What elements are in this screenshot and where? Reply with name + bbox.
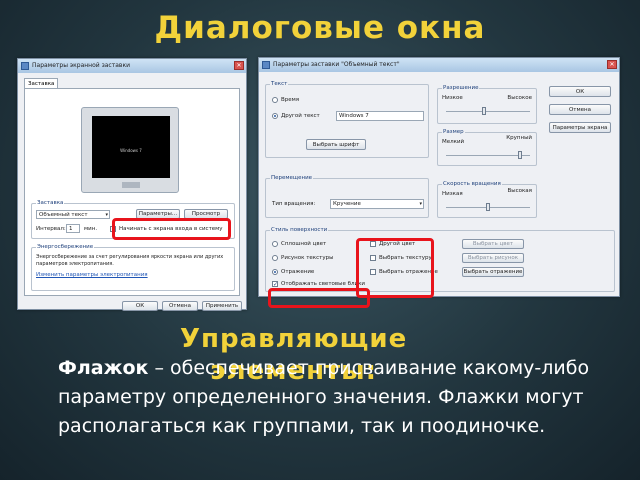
monitor-stand — [122, 182, 140, 188]
screensaver-select-value: Объемный текст — [39, 212, 88, 218]
interval-label: Интервал: — [36, 226, 66, 232]
screensaver-window-titlebar: Параметры экранной заставки ✕ — [18, 59, 246, 73]
show-highlights-checkbox[interactable]: ✓ — [272, 281, 278, 288]
solid-color-radio-label: Сплошной цвет — [281, 241, 327, 247]
window-controls: ✕ — [607, 60, 617, 69]
interval-field[interactable]: 1 — [66, 224, 80, 233]
size-group: Размер Мелкий Крупный — [437, 129, 537, 166]
screensaver-select[interactable]: Объемный текст ▾ — [36, 210, 110, 219]
choose-font-button[interactable]: Выбрать шрифт — [306, 139, 366, 150]
highlight-show-highlights-checkbox — [268, 288, 370, 308]
custom-text-radio-label: Другой текст — [281, 113, 320, 119]
resolution-low-label: Низкое — [442, 95, 463, 101]
chevron-down-icon: ▾ — [419, 201, 422, 207]
close-icon[interactable]: ✕ — [234, 61, 244, 70]
resolution-group: Разрешение Низкое Высокое — [437, 85, 537, 124]
size-large-label: Крупный — [506, 135, 532, 141]
power-settings-link[interactable]: Изменить параметры электропитания — [36, 272, 148, 278]
window-controls: ✕ — [234, 61, 244, 70]
screen-params-button[interactable]: Параметры экрана — [549, 122, 611, 133]
reflection-radio-label: Отражение — [281, 269, 315, 275]
speed-slider-thumb[interactable] — [486, 203, 490, 211]
rotation-type-value: Кручение — [333, 201, 361, 207]
motion-group-label: Перемещение — [270, 175, 314, 181]
ok-button[interactable]: ОК — [549, 86, 611, 97]
time-radio[interactable] — [272, 97, 278, 103]
choose-color-button[interactable]: Выбрать цвет — [462, 239, 524, 249]
cancel-button[interactable]: Отмена — [162, 301, 198, 311]
definition-paragraph: Флажок – обеспечивает присваивание каком… — [58, 354, 598, 441]
speed-low-label: Низкая — [442, 191, 463, 197]
surface-style-group: Стиль поверхности Сплошной цвет Рисунок … — [265, 227, 615, 292]
resolution-group-label: Разрешение — [442, 85, 480, 91]
window-app-icon — [21, 62, 29, 70]
monitor-screen: Windows 7 — [92, 116, 170, 178]
screensaver-settings-window: Параметры экранной заставки ✕ Заставка W… — [17, 58, 247, 311]
resolution-slider[interactable] — [446, 107, 530, 115]
tab-panel: Windows 7 Заставка Объемный текст ▾ Пара… — [24, 88, 240, 296]
reflection-radio[interactable] — [272, 269, 278, 275]
screensaver-window-title: Параметры экранной заставки — [32, 62, 130, 69]
solid-color-radio[interactable] — [272, 241, 278, 247]
minutes-label: мин. — [84, 226, 98, 232]
speed-group-label: Скорость вращения — [442, 181, 502, 187]
cancel-button[interactable]: Отмена — [549, 104, 611, 115]
3d-text-window-titlebar: Параметры заставки "Объемный текст" ✕ — [259, 58, 619, 72]
motion-group: Перемещение Тип вращения: Кручение ▾ — [265, 175, 429, 218]
custom-text-radio[interactable] — [272, 113, 278, 119]
speed-group: Скорость вращения Низкая Высокая — [437, 181, 537, 218]
screensaver-group-label: Заставка — [36, 200, 65, 206]
power-group: Энергосбережение Энергосбережение за сче… — [31, 244, 235, 291]
speed-slider[interactable] — [446, 203, 530, 211]
power-description: Энергосбережение за счет регулирования я… — [36, 254, 224, 267]
3d-text-window-title: Параметры заставки "Объемный текст" — [273, 61, 400, 68]
rotation-type-label: Тип вращения: — [272, 201, 316, 207]
speed-high-label: Высокая — [507, 188, 532, 194]
apply-button[interactable]: Применить — [202, 301, 242, 311]
resolution-slider-thumb[interactable] — [482, 107, 486, 115]
custom-text-input[interactable]: Windows 7 — [336, 111, 424, 121]
chevron-down-icon: ▾ — [105, 212, 108, 218]
preview-text: Windows 7 — [120, 148, 142, 153]
size-slider[interactable] — [446, 151, 530, 159]
window-app-icon — [262, 61, 270, 69]
surface-style-group-label: Стиль поверхности — [270, 227, 329, 233]
text-group: Текст Время Другой текст Windows 7 Выбра… — [265, 81, 429, 158]
highlight-resume-checkbox — [112, 218, 231, 240]
tab-screensaver-label: Заставка — [28, 81, 55, 87]
ok-button[interactable]: ОК — [122, 301, 158, 311]
choose-reflection-button[interactable]: Выбрать отражение — [462, 267, 524, 277]
power-group-label: Энергосбережение — [36, 244, 95, 250]
text-group-label: Текст — [270, 81, 289, 87]
3d-text-settings-window: Параметры заставки "Объемный текст" ✕ Те… — [258, 57, 620, 297]
slide-title: Диалоговые окна — [154, 10, 486, 46]
tab-screensaver[interactable]: Заставка — [24, 78, 58, 88]
time-radio-label: Время — [281, 97, 300, 103]
size-slider-thumb[interactable] — [518, 151, 522, 159]
resolution-high-label: Высокое — [507, 95, 532, 101]
size-small-label: Мелкий — [442, 139, 465, 145]
close-icon[interactable]: ✕ — [607, 60, 617, 69]
term-checkbox: Флажок — [58, 357, 149, 379]
texture-radio-label: Рисунок текстуры — [281, 255, 334, 261]
size-group-label: Размер — [442, 129, 465, 135]
texture-radio[interactable] — [272, 255, 278, 261]
show-highlights-checkbox-label: Отображать световые блики — [281, 281, 365, 287]
rotation-type-select[interactable]: Кручение ▾ — [330, 199, 424, 209]
monitor-preview: Windows 7 — [81, 107, 179, 193]
choose-picture-button[interactable]: Выбрать рисунок — [462, 253, 524, 263]
